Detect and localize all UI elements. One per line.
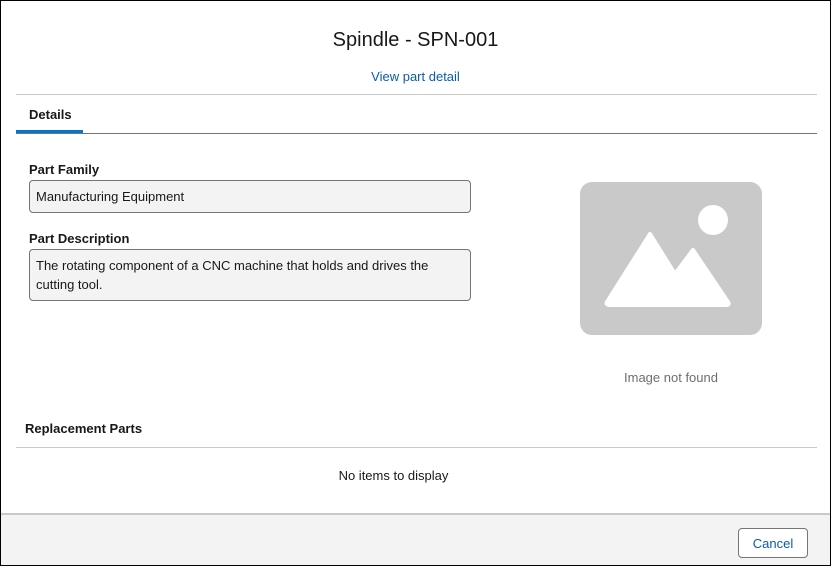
image-not-found-caption: Image not found	[624, 370, 718, 385]
part-family-label: Part Family	[29, 162, 100, 177]
replacement-parts-title: Replacement Parts	[25, 421, 143, 436]
part-family-field: Manufacturing Equipment	[29, 180, 471, 213]
part-description-label: Part Description	[29, 231, 130, 246]
view-part-detail-link[interactable]: View part detail	[1, 69, 830, 84]
replacement-parts-divider	[16, 447, 817, 448]
modal-title: Spindle - SPN-001	[332, 29, 499, 51]
image-placeholder-icon	[580, 182, 762, 335]
replacement-parts-empty-message: No items to display	[338, 468, 449, 483]
modal-footer: Cancel	[1, 513, 830, 565]
tab-details[interactable]: Details	[16, 95, 83, 133]
modal-header: Spindle - SPN-001 View part detail	[1, 1, 830, 95]
part-description-field: The rotating component of a CNC machine …	[29, 249, 471, 301]
tab-bar-divider	[16, 133, 817, 134]
cancel-button[interactable]: Cancel	[738, 528, 808, 558]
header-divider	[16, 94, 817, 95]
tab-details-label: Details	[29, 107, 72, 122]
part-detail-modal: Spindle - SPN-001 View part detail Detai…	[0, 0, 831, 566]
